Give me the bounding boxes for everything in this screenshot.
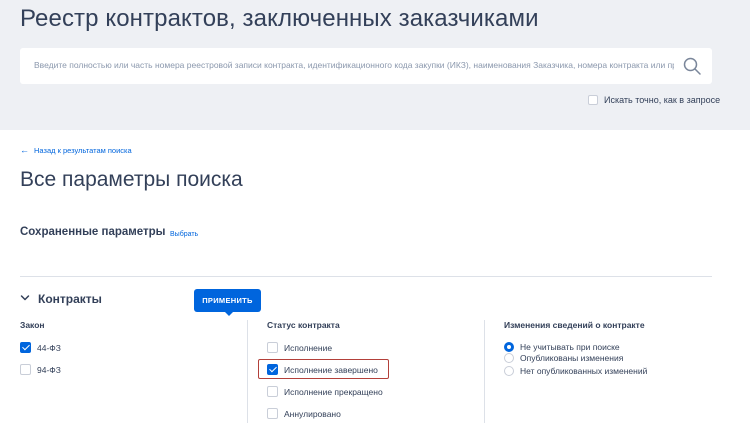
arrow-left-icon: ← [20,145,29,155]
exact-search-checkbox[interactable] [588,95,598,105]
status-option-checkbox[interactable] [267,408,278,419]
changes-heading: Изменения сведений о контракте [504,320,645,330]
status-option[interactable]: Исполнение прекращено [267,386,383,397]
changes-option-label: Опубликованы изменения [520,353,624,363]
law-option[interactable]: 94-ФЗ [20,364,61,375]
status-option-checkbox[interactable] [267,342,278,353]
saved-params-title: Сохраненные параметры [20,226,166,238]
changes-option-radio[interactable] [504,342,514,352]
search-icon[interactable] [682,56,702,76]
status-heading: Статус контракта [267,320,340,330]
apply-button-pointer [224,311,234,316]
law-option-checkbox[interactable] [20,342,31,353]
changes-option[interactable]: Опубликованы изменения [504,353,623,363]
law-option-checkbox[interactable] [20,364,31,375]
changes-option-label: Не учитывать при поиске [520,342,620,352]
status-option-label: Исполнение прекращено [284,386,383,397]
page-heading: Реестр контрактов, заключенных заказчика… [20,5,539,32]
status-option-label: Исполнение [284,342,333,353]
apply-button[interactable]: ПРИМЕНИТЬ [194,289,261,312]
chevron-down-icon[interactable] [20,293,30,303]
saved-params-select-link[interactable]: Выбрать [170,231,198,238]
column-divider [484,320,485,423]
back-to-results-link[interactable]: ← Назад к результатам поиска [20,145,132,155]
highlight-frame [258,359,389,379]
search-placeholder: Введите полностью или часть номера реест… [34,60,674,70]
status-option[interactable]: Исполнение [267,342,332,353]
search-input[interactable]: Введите полностью или часть номера реест… [20,48,712,84]
changes-option-label: Нет опубликованных изменений [520,366,648,376]
status-option-label: Аннулировано [284,408,341,419]
column-divider [247,320,248,423]
status-option[interactable]: Аннулировано [267,408,341,419]
exact-search-label[interactable]: Искать точно, как в запросе [604,95,720,105]
law-heading: Закон [20,320,45,330]
law-option-label: 94-ФЗ [37,364,61,375]
changes-option[interactable]: Не учитывать при поиске [504,342,620,352]
changes-option-radio[interactable] [504,366,514,376]
law-option[interactable]: 44-ФЗ [20,342,61,353]
divider [20,276,712,277]
back-link-label: Назад к результатам поиска [34,145,132,155]
law-option-label: 44-ФЗ [37,342,61,353]
all-params-title: Все параметры поиска [20,168,243,191]
section-title-contracts[interactable]: Контракты [38,292,102,306]
changes-option-radio[interactable] [504,353,514,363]
status-option-checkbox[interactable] [267,386,278,397]
changes-option[interactable]: Нет опубликованных изменений [504,366,647,376]
